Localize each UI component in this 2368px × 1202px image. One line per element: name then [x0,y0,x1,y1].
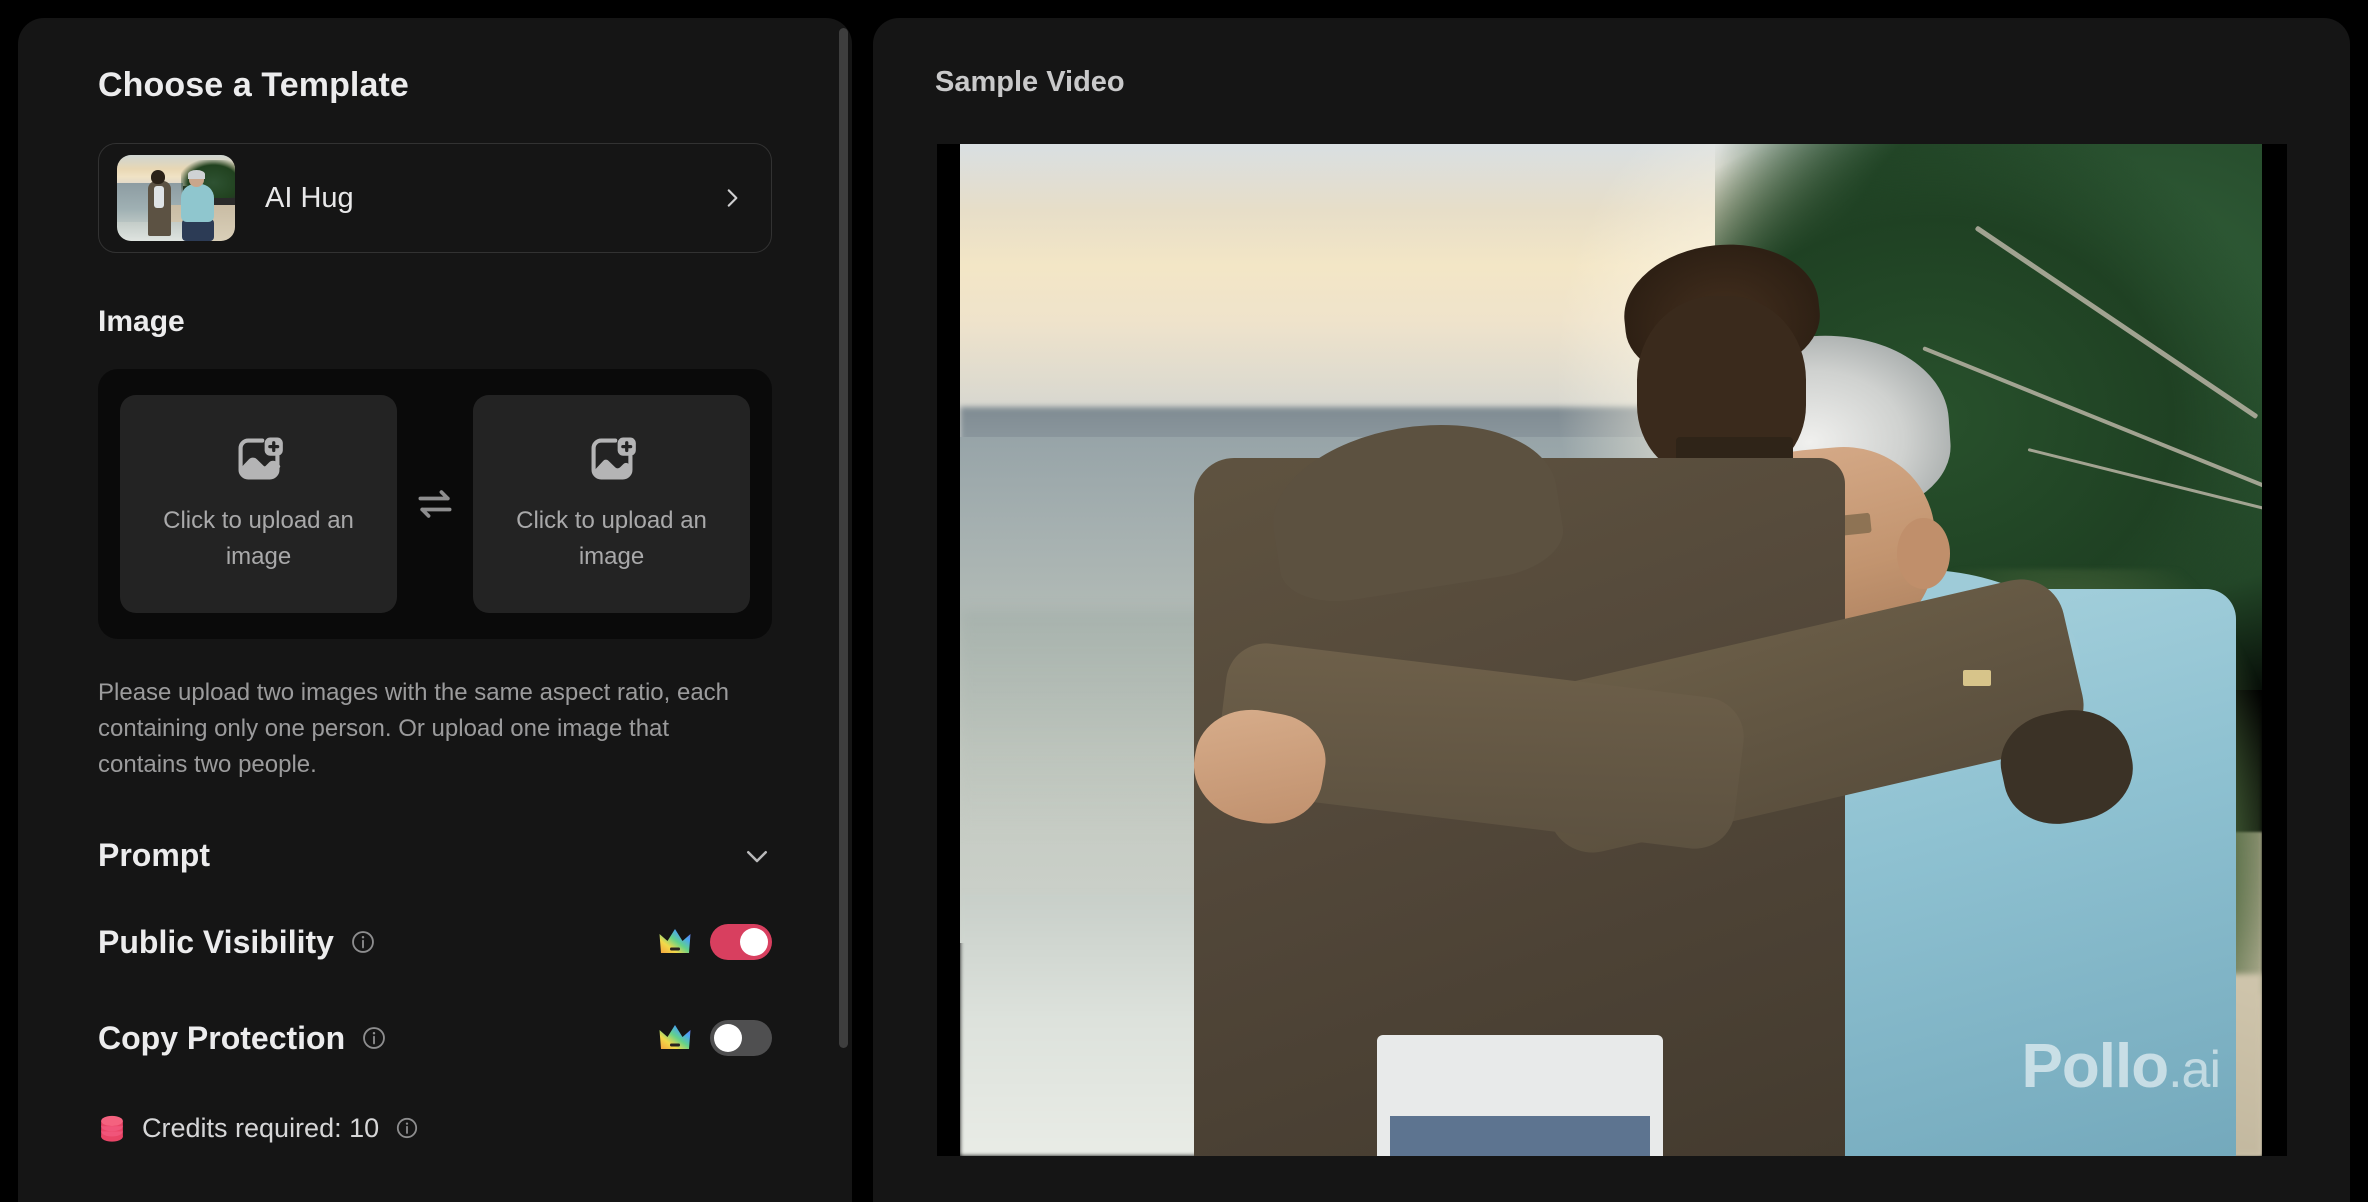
image-plus-icon [591,437,636,480]
image-plus-icon [238,437,283,480]
watermark-brand: Pollo [2021,1032,2170,1101]
chevron-down-icon[interactable] [742,841,772,871]
watermark-suffix: .ai [2168,1041,2221,1099]
scrollbar-thumb[interactable] [839,28,848,1048]
info-circle-icon[interactable] [361,1025,387,1051]
settings-scrollbar[interactable] [834,18,852,1202]
crown-icon [659,1025,691,1049]
upload-slot-1[interactable]: Click to upload an image [120,395,397,613]
preview-panel: Sample Video Pollo.ai [873,18,2350,1202]
credits-required-text: Credits required: 10 [142,1112,380,1143]
copy-protection-label: Copy Protection [98,1019,346,1056]
toggle-knob [740,928,768,956]
info-circle-icon[interactable] [395,1116,419,1140]
image-section-heading: Image [98,305,185,338]
toggle-knob [714,1024,742,1052]
chevron-right-icon [727,189,738,207]
template-thumbnail [117,155,235,241]
copy-protection-controls [658,1020,772,1056]
public-visibility-toggle[interactable] [710,924,772,960]
app-root: Choose a Template AI Hug Image Click to … [0,0,2368,1202]
setting-row-copy-protection: Copy Protection [98,990,772,1086]
coins-stack-icon [101,1115,123,1142]
sample-video-player[interactable]: Pollo.ai [937,144,2287,1156]
upload-slot-2[interactable]: Click to upload an image [473,395,750,613]
settings-scroll-area[interactable]: Choose a Template AI Hug Image Click to … [18,18,852,1202]
settings-panel: Choose a Template AI Hug Image Click to … [18,18,852,1202]
video-watermark: Pollo.ai [2022,1036,2221,1099]
template-name-label: AI Hug [265,181,354,214]
sample-video-heading: Sample Video [935,66,1125,98]
prompt-section-header[interactable]: Prompt [98,837,772,874]
info-circle-icon[interactable] [350,929,376,955]
upload-slot-2-label: Click to upload an image [516,507,707,570]
copy-protection-toggle[interactable] [710,1020,772,1056]
image-upload-container: Click to upload an image Click to upload… [98,369,772,639]
swap-horizontal-icon[interactable] [413,482,457,526]
credits-required-row: Credits required: 10 [98,1112,772,1144]
sample-video-content: Pollo.ai [960,144,2262,1156]
template-selector-card[interactable]: AI Hug [98,143,772,253]
setting-row-public-visibility: Public Visibility [98,894,772,990]
public-visibility-controls [658,924,772,960]
public-visibility-label: Public Visibility [98,923,334,960]
choose-template-heading: Choose a Template [98,66,409,104]
prompt-label: Prompt [98,837,210,873]
upload-hint-text: Please upload two images with the same a… [98,679,730,778]
upload-slot-1-label: Click to upload an image [163,507,354,570]
crown-icon [659,929,691,953]
